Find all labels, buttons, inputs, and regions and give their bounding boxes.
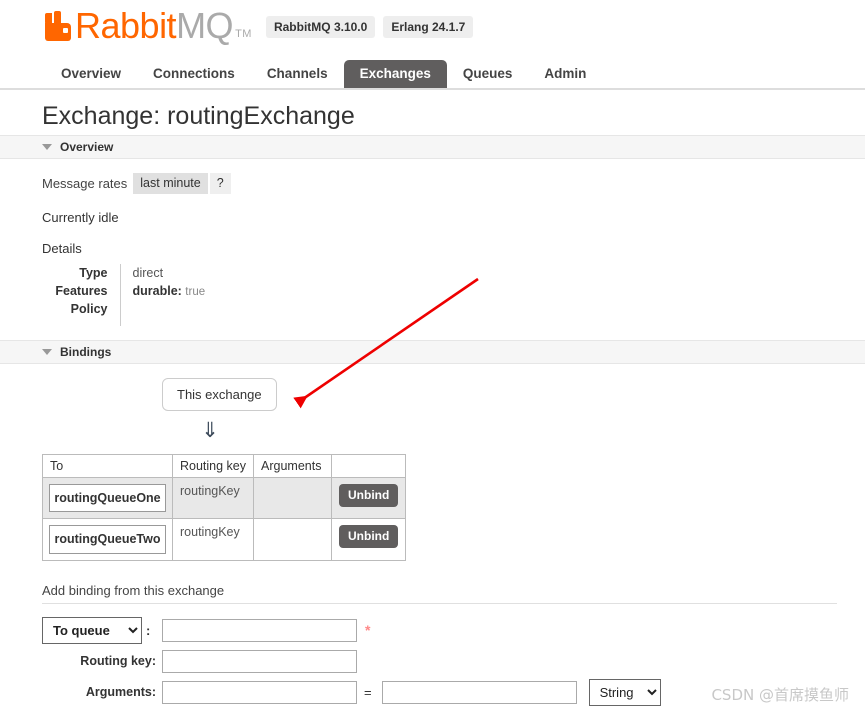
details-label: Details xyxy=(42,240,82,256)
bindings-section-header[interactable]: Bindings xyxy=(0,339,865,364)
details-row-type: Type direct xyxy=(42,263,300,282)
overview-section-header[interactable]: Overview xyxy=(0,134,865,159)
binding-arguments-cell xyxy=(253,518,333,561)
required-marker-cell: * xyxy=(357,614,661,647)
logo-text-mq: MQ xyxy=(176,5,234,46)
details-value-policy xyxy=(119,299,300,326)
details-value-features: durable: true xyxy=(119,281,300,300)
details-row-policy: Policy xyxy=(42,299,300,326)
logo-wordmark: RabbitMQ xyxy=(75,5,234,46)
feature-durable-label: durable: xyxy=(132,283,182,298)
col-header-actions xyxy=(331,453,407,478)
destination-input-cell xyxy=(162,614,357,647)
routing-key-spacer xyxy=(357,647,661,676)
destination-type-select[interactable]: To queue To exchange xyxy=(42,616,142,644)
arguments-value-input[interactable] xyxy=(382,680,578,704)
currently-idle-text: Currently idle xyxy=(42,209,119,225)
logo-text-rabbit: Rabbit xyxy=(75,5,177,46)
binding-to-cell: routingQueueTwo xyxy=(42,518,173,561)
rate-period-last-minute[interactable]: last minute xyxy=(133,172,208,194)
binding-routing-key-cell: routingKey xyxy=(171,518,255,561)
tab-exchanges[interactable]: Exchanges xyxy=(343,59,447,88)
bindings-table: To Routing key Arguments routingQueueOne… xyxy=(42,453,407,561)
tab-channels[interactable]: Channels xyxy=(251,60,344,89)
bindings-table-body: routingQueueOne routingKey Unbind routin… xyxy=(42,476,407,561)
logo-trademark: TM xyxy=(235,28,252,40)
this-exchange-box: This exchange xyxy=(162,377,277,411)
nav-tab-list: Overview Connections Channels Exchanges … xyxy=(45,58,865,88)
main-navigation: Overview Connections Channels Exchanges … xyxy=(0,58,865,90)
table-row: routingQueueOne routingKey Unbind xyxy=(42,476,407,519)
version-badges: RabbitMQ 3.10.0 Erlang 24.1.7 xyxy=(265,16,474,38)
arguments-key-input[interactable] xyxy=(162,680,357,704)
destination-input[interactable] xyxy=(162,618,357,642)
col-header-to: To xyxy=(42,453,173,478)
tab-admin[interactable]: Admin xyxy=(528,60,602,89)
form-row-destination: To queue To exchange : * xyxy=(42,614,661,647)
app-header: RabbitMQ TM RabbitMQ 3.10.0 Erlang 24.1.… xyxy=(0,0,865,58)
destination-select-cell: To queue To exchange : xyxy=(42,614,162,647)
routing-key-input[interactable] xyxy=(162,649,357,673)
details-key-policy: Policy xyxy=(70,301,108,316)
chevron-down-icon[interactable] xyxy=(42,143,52,150)
tab-overview[interactable]: Overview xyxy=(45,60,137,89)
message-rates-row: Message rates last minute ? xyxy=(42,159,865,194)
queue-link-routingQueueOne[interactable]: routingQueueOne xyxy=(49,483,166,512)
message-rates-label: Message rates xyxy=(42,175,128,191)
col-header-arguments: Arguments xyxy=(253,453,333,478)
exchange-details-table: Type direct Features durable: true Polic… xyxy=(42,263,300,326)
chevron-down-icon[interactable] xyxy=(42,348,52,355)
logo-row: RabbitMQ TM RabbitMQ 3.10.0 Erlang 24.1.… xyxy=(45,0,865,44)
binding-action-cell: Unbind xyxy=(331,518,407,561)
rabbitmq-version-badge: RabbitMQ 3.10.0 xyxy=(265,16,376,38)
overview-section-label: Overview xyxy=(60,139,114,154)
unbind-button[interactable]: Unbind xyxy=(339,483,399,507)
tab-connections[interactable]: Connections xyxy=(137,60,251,89)
add-binding-title: Add binding from this exchange xyxy=(42,582,225,598)
details-row-features: Features durable: true xyxy=(42,281,300,300)
arguments-label: Arguments: xyxy=(85,685,156,699)
rabbitmq-management-page: RabbitMQ TM RabbitMQ 3.10.0 Erlang 24.1.… xyxy=(0,0,865,719)
rabbitmq-logo-icon xyxy=(45,11,73,41)
bindings-table-head: To Routing key Arguments xyxy=(42,453,407,478)
erlang-version-badge: Erlang 24.1.7 xyxy=(383,16,474,38)
bindings-diagram: This exchange ⇓ xyxy=(42,364,865,441)
unbind-button[interactable]: Unbind xyxy=(339,525,399,549)
form-row-arguments: Arguments: = String Number Boolean List xyxy=(42,676,661,709)
details-key-type: Type xyxy=(79,265,108,280)
arguments-key-cell xyxy=(162,676,357,709)
queue-link-routingQueueTwo[interactable]: routingQueueTwo xyxy=(49,525,166,554)
add-binding-form: To queue To exchange : * Routing key: xyxy=(42,614,661,709)
divider xyxy=(42,602,837,604)
bindings-header-row: To Routing key Arguments xyxy=(42,453,407,478)
binding-routing-key-cell: routingKey xyxy=(171,476,255,519)
flow-down-arrow-icon: ⇓ xyxy=(201,418,219,442)
overview-content: Message rates last minute ? Currently id… xyxy=(0,159,865,326)
details-key-features: Features xyxy=(55,283,108,298)
col-header-routing-key: Routing key xyxy=(171,453,255,478)
argument-type-select[interactable]: String Number Boolean List xyxy=(588,678,661,706)
arguments-value-cell: = String Number Boolean List xyxy=(357,676,661,709)
binding-arguments-cell xyxy=(253,476,333,519)
form-row-routing-key: Routing key: xyxy=(42,647,661,676)
binding-action-cell: Unbind xyxy=(331,476,407,519)
feature-durable-value: true xyxy=(185,285,206,298)
watermark: CSDN @首席摸鱼师 xyxy=(711,686,849,704)
table-row: routingQueueTwo routingKey Unbind xyxy=(42,518,407,561)
routing-key-input-cell xyxy=(162,647,357,676)
required-asterisk: * xyxy=(365,622,371,638)
routing-key-label: Routing key: xyxy=(80,654,156,668)
binding-to-cell: routingQueueOne xyxy=(42,476,173,519)
page-title: Exchange: routingExchange xyxy=(42,102,355,130)
arguments-equals-sign: = xyxy=(364,684,372,700)
details-value-type: direct xyxy=(119,263,300,282)
destination-colon: : xyxy=(146,622,151,638)
help-icon[interactable]: ? xyxy=(209,172,231,194)
bindings-section-label: Bindings xyxy=(60,344,112,359)
bindings-content: This exchange ⇓ To Routing key Arguments… xyxy=(0,364,865,719)
tab-queues[interactable]: Queues xyxy=(447,60,529,89)
